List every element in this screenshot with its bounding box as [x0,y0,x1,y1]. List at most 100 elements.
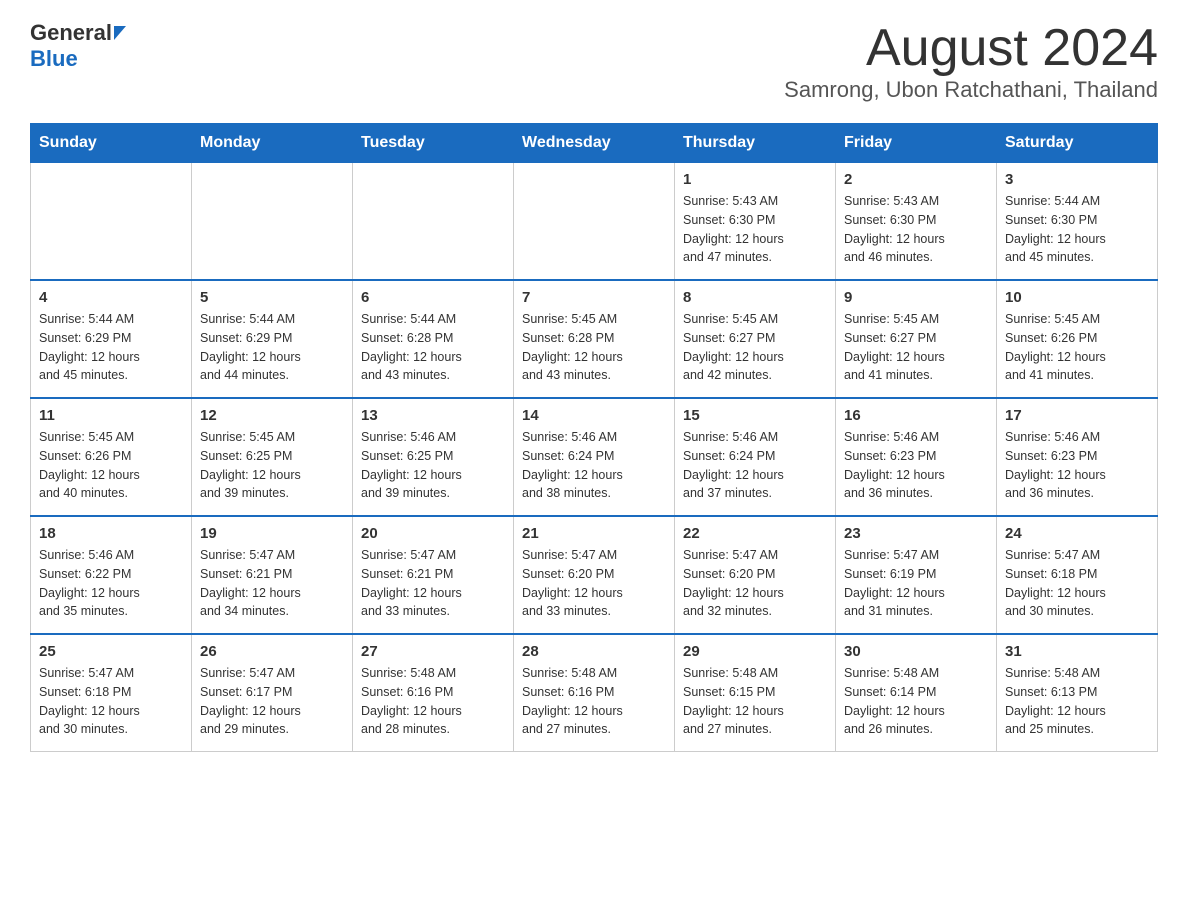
day-info: Sunrise: 5:48 AMSunset: 6:13 PMDaylight:… [1005,664,1149,739]
day-number: 2 [844,171,988,188]
logo-general-text: General [30,20,112,46]
calendar-cell [514,163,675,281]
calendar-cell [192,163,353,281]
weekday-header-monday: Monday [192,124,353,163]
day-info: Sunrise: 5:44 AMSunset: 6:30 PMDaylight:… [1005,192,1149,267]
calendar-title-block: August 2024 Samrong, Ubon Ratchathani, T… [784,20,1158,103]
week-row-3: 11Sunrise: 5:45 AMSunset: 6:26 PMDayligh… [31,398,1158,516]
day-number: 21 [522,525,666,542]
day-number: 10 [1005,289,1149,306]
day-info: Sunrise: 5:48 AMSunset: 6:16 PMDaylight:… [522,664,666,739]
calendar-cell: 21Sunrise: 5:47 AMSunset: 6:20 PMDayligh… [514,516,675,634]
day-info: Sunrise: 5:47 AMSunset: 6:18 PMDaylight:… [1005,546,1149,621]
weekday-header-sunday: Sunday [31,124,192,163]
calendar-cell: 18Sunrise: 5:46 AMSunset: 6:22 PMDayligh… [31,516,192,634]
calendar-cell: 14 Sunrise: 5:46 AMSunset: 6:24 PMDayligh… [514,398,675,516]
day-number: 27 [361,643,505,660]
calendar-cell: 29 Sunrise: 5:48 AMSunset: 6:15 PMDayligh… [675,634,836,752]
weekday-header-friday: Friday [836,124,997,163]
calendar-cell: 31Sunrise: 5:48 AMSunset: 6:13 PMDayligh… [997,634,1158,752]
day-info: Sunrise: 5:47 AMSunset: 6:17 PMDaylight:… [200,664,344,739]
calendar-cell: 5Sunrise: 5:44 AMSunset: 6:29 PMDaylight… [192,280,353,398]
day-number: 29 [683,643,827,660]
weekday-header-saturday: Saturday [997,124,1158,163]
day-number: 18 [39,525,183,542]
day-number: 24 [1005,525,1149,542]
day-info: Sunrise: 5:44 AMSunset: 6:28 PMDaylight:… [361,310,505,385]
calendar-cell: 3 Sunrise: 5:44 AMSunset: 6:30 PMDaylight… [997,163,1158,281]
day-info: Sunrise: 5:46 AMSunset: 6:25 PMDaylight:… [361,428,505,503]
day-number: 20 [361,525,505,542]
calendar-cell: 8Sunrise: 5:45 AMSunset: 6:27 PMDaylight… [675,280,836,398]
calendar-title: August 2024 [784,20,1158,77]
day-number: 23 [844,525,988,542]
day-number: 26 [200,643,344,660]
day-number: 12 [200,407,344,424]
day-number: 15 [683,407,827,424]
day-info: Sunrise: 5:46 AMSunset: 6:23 PMDaylight:… [1005,428,1149,503]
day-info: Sunrise: 5:46 AMSunset: 6:23 PMDaylight:… [844,428,988,503]
calendar-cell: 20 Sunrise: 5:47 AMSunset: 6:21 PMDayligh… [353,516,514,634]
calendar-cell: 12 Sunrise: 5:45 AMSunset: 6:25 PMDayligh… [192,398,353,516]
day-info: Sunrise: 5:47 AMSunset: 6:21 PMDaylight:… [361,546,505,621]
calendar-cell: 17Sunrise: 5:46 AMSunset: 6:23 PMDayligh… [997,398,1158,516]
calendar-cell: 2 Sunrise: 5:43 AMSunset: 6:30 PMDaylight… [836,163,997,281]
calendar-cell [31,163,192,281]
day-number: 22 [683,525,827,542]
day-number: 5 [200,289,344,306]
calendar-cell: 1 Sunrise: 5:43 AMSunset: 6:30 PMDaylight… [675,163,836,281]
calendar-body: 1 Sunrise: 5:43 AMSunset: 6:30 PMDaylight… [31,163,1158,752]
day-info: Sunrise: 5:43 AMSunset: 6:30 PMDaylight:… [683,192,827,267]
day-info: Sunrise: 5:47 AMSunset: 6:21 PMDaylight:… [200,546,344,621]
day-info: Sunrise: 5:45 AMSunset: 6:25 PMDaylight:… [200,428,344,503]
week-row-4: 18Sunrise: 5:46 AMSunset: 6:22 PMDayligh… [31,516,1158,634]
weekday-header-wednesday: Wednesday [514,124,675,163]
day-info: Sunrise: 5:47 AMSunset: 6:19 PMDaylight:… [844,546,988,621]
week-row-5: 25 Sunrise: 5:47 AMSunset: 6:18 PMDayligh… [31,634,1158,752]
calendar-cell: 23 Sunrise: 5:47 AMSunset: 6:19 PMDayligh… [836,516,997,634]
day-info: Sunrise: 5:47 AMSunset: 6:20 PMDaylight:… [683,546,827,621]
calendar-cell: 15Sunrise: 5:46 AMSunset: 6:24 PMDayligh… [675,398,836,516]
day-number: 8 [683,289,827,306]
logo-arrow-icon [114,26,126,40]
calendar-cell: 13 Sunrise: 5:46 AMSunset: 6:25 PMDayligh… [353,398,514,516]
weekday-header-tuesday: Tuesday [353,124,514,163]
calendar-cell [353,163,514,281]
day-number: 1 [683,171,827,188]
day-number: 19 [200,525,344,542]
calendar-subtitle: Samrong, Ubon Ratchathani, Thailand [784,77,1158,103]
calendar-cell: 27Sunrise: 5:48 AMSunset: 6:16 PMDayligh… [353,634,514,752]
day-info: Sunrise: 5:47 AMSunset: 6:18 PMDaylight:… [39,664,183,739]
day-number: 30 [844,643,988,660]
calendar-cell: 9Sunrise: 5:45 AMSunset: 6:27 PMDaylight… [836,280,997,398]
day-info: Sunrise: 5:45 AMSunset: 6:27 PMDaylight:… [844,310,988,385]
day-info: Sunrise: 5:43 AMSunset: 6:30 PMDaylight:… [844,192,988,267]
calendar-header: SundayMondayTuesdayWednesdayThursdayFrid… [31,124,1158,163]
weekday-header-thursday: Thursday [675,124,836,163]
calendar-cell: 6 Sunrise: 5:44 AMSunset: 6:28 PMDaylight… [353,280,514,398]
calendar-cell: 4Sunrise: 5:44 AMSunset: 6:29 PMDaylight… [31,280,192,398]
calendar-cell: 7 Sunrise: 5:45 AMSunset: 6:28 PMDaylight… [514,280,675,398]
day-info: Sunrise: 5:44 AMSunset: 6:29 PMDaylight:… [39,310,183,385]
day-number: 7 [522,289,666,306]
day-info: Sunrise: 5:45 AMSunset: 6:28 PMDaylight:… [522,310,666,385]
calendar-cell: 30 Sunrise: 5:48 AMSunset: 6:14 PMDayligh… [836,634,997,752]
day-number: 13 [361,407,505,424]
calendar-cell: 16 Sunrise: 5:46 AMSunset: 6:23 PMDayligh… [836,398,997,516]
calendar-cell: 19 Sunrise: 5:47 AMSunset: 6:21 PMDayligh… [192,516,353,634]
day-number: 28 [522,643,666,660]
day-number: 25 [39,643,183,660]
day-info: Sunrise: 5:48 AMSunset: 6:14 PMDaylight:… [844,664,988,739]
day-info: Sunrise: 5:45 AMSunset: 6:26 PMDaylight:… [1005,310,1149,385]
day-number: 14 [522,407,666,424]
calendar-cell: 25 Sunrise: 5:47 AMSunset: 6:18 PMDayligh… [31,634,192,752]
week-row-1: 1 Sunrise: 5:43 AMSunset: 6:30 PMDaylight… [31,163,1158,281]
day-info: Sunrise: 5:48 AMSunset: 6:15 PMDaylight:… [683,664,827,739]
day-number: 3 [1005,171,1149,188]
calendar-table: SundayMondayTuesdayWednesdayThursdayFrid… [30,123,1158,752]
week-row-2: 4Sunrise: 5:44 AMSunset: 6:29 PMDaylight… [31,280,1158,398]
calendar-cell: 11Sunrise: 5:45 AMSunset: 6:26 PMDayligh… [31,398,192,516]
day-number: 16 [844,407,988,424]
day-info: Sunrise: 5:46 AMSunset: 6:24 PMDaylight:… [522,428,666,503]
day-number: 6 [361,289,505,306]
